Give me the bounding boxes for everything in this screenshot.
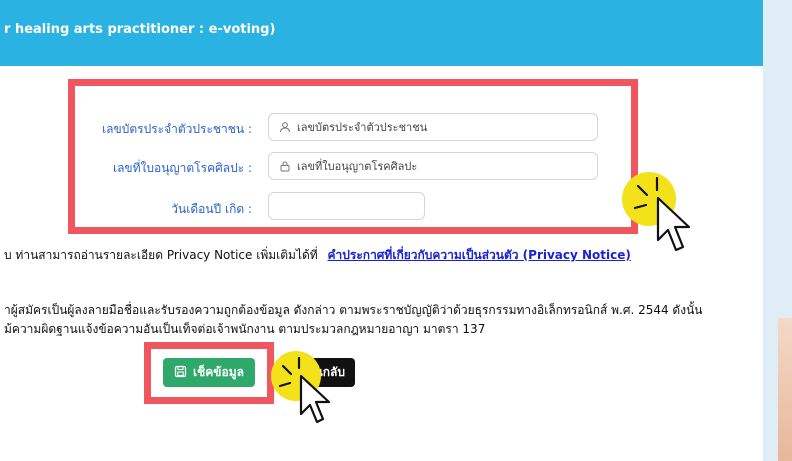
- check-data-button[interactable]: เช็คข้อมูล: [163, 358, 255, 387]
- consent-line-1: าผู้สมัครเป็นผู้ลงลายมือชื่อและรับรองควา…: [4, 303, 703, 317]
- click-cursor-icon: [622, 172, 691, 252]
- save-icon: [174, 365, 187, 381]
- header-title: r healing arts practitioner : e-voting): [4, 22, 276, 37]
- header-bar: r healing arts practitioner : e-voting): [0, 0, 763, 66]
- consent-line-2: ม้ความผิดฐานแจ้งข้อความอันเป็นเท็จต่อเจ้…: [4, 322, 486, 336]
- check-data-label: เช็คข้อมูล: [193, 365, 244, 379]
- privacy-notice-link[interactable]: คำประกาศที่เกี่ยวกับความเป็นส่วนตัว (Pri…: [328, 248, 631, 262]
- form-highlight-box: [68, 79, 638, 234]
- privacy-text: บ ท่านสามารถอ่านรายละเอียด Privacy Notic…: [4, 248, 318, 262]
- click-cursor-icon: [271, 351, 331, 424]
- background-decoration: [778, 318, 792, 461]
- privacy-line: บ ท่านสามารถอ่านรายละเอียด Privacy Notic…: [4, 246, 631, 265]
